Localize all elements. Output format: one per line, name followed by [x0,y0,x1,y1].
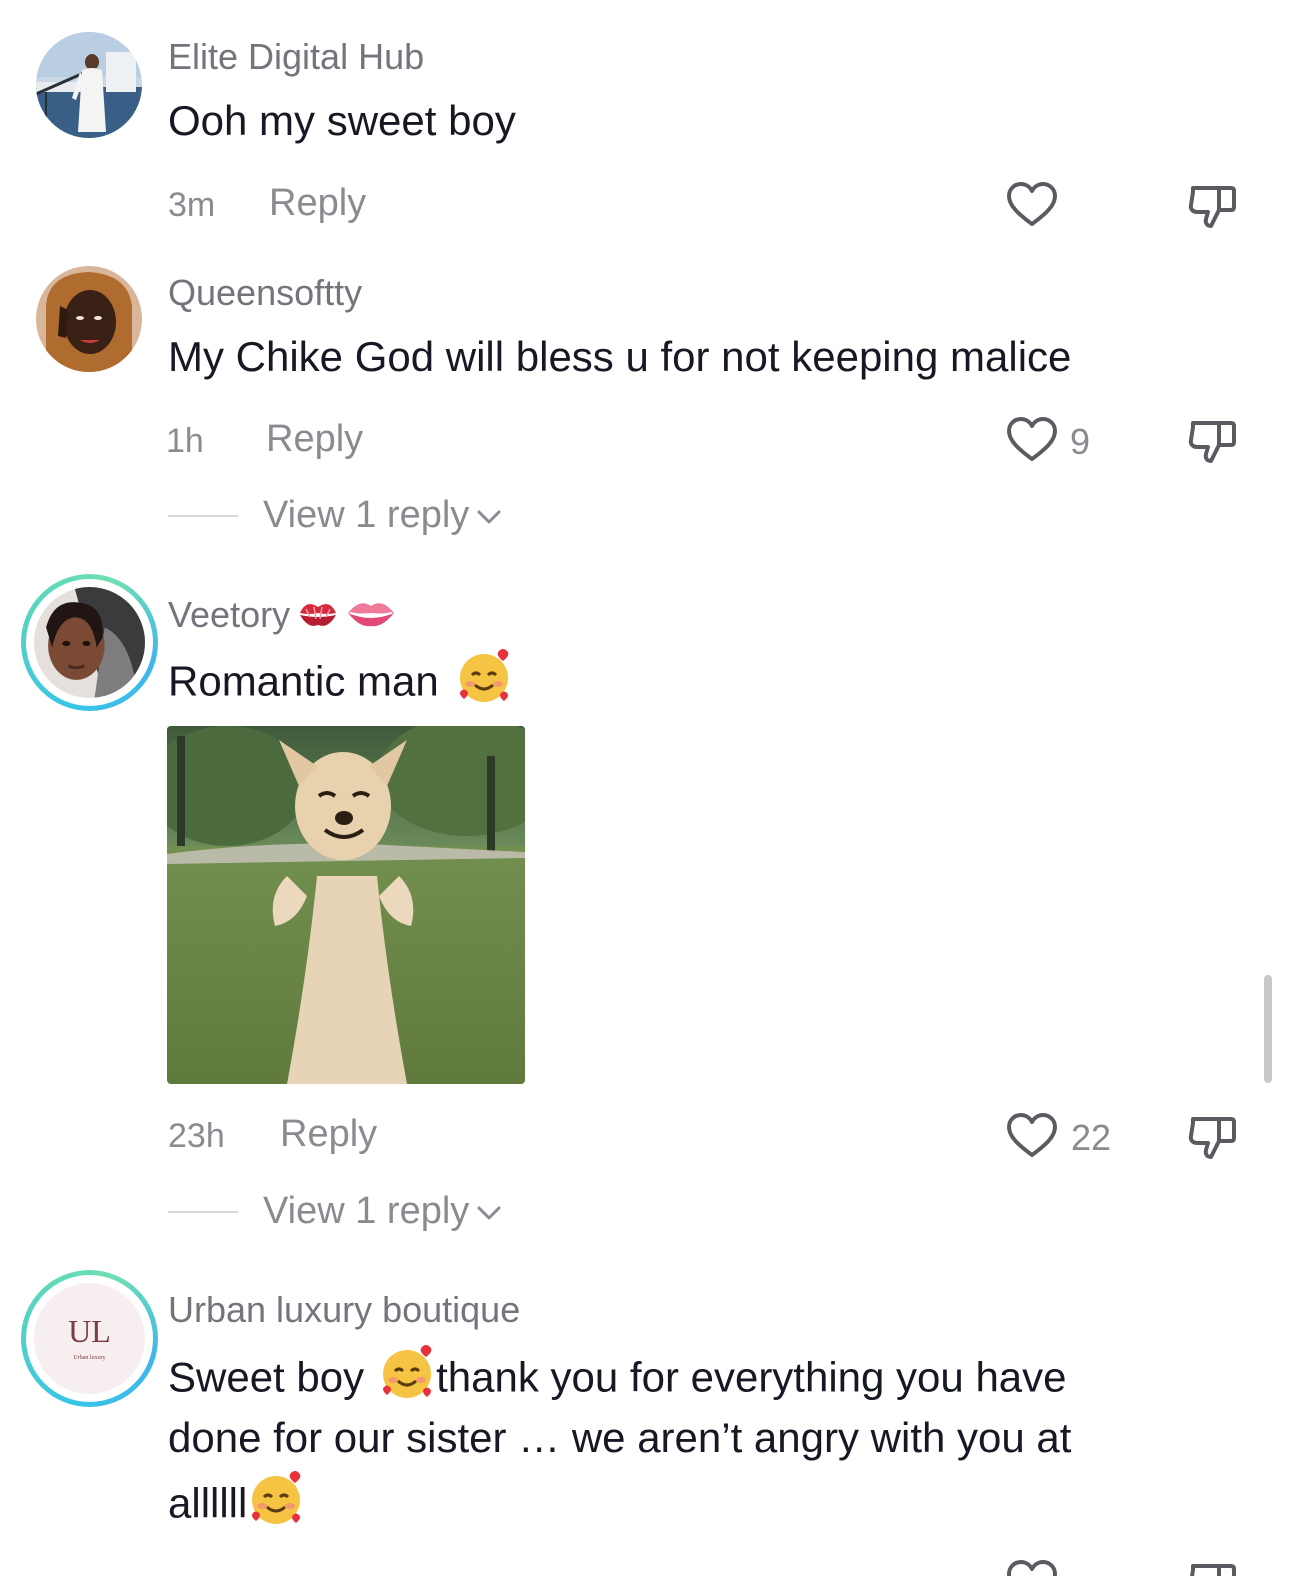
avatar[interactable] [34,587,145,698]
comment-time: 3m [168,186,216,224]
divider [168,1211,238,1213]
avatar[interactable] [36,266,142,372]
view-replies-button[interactable]: View 1 reply [263,1190,503,1233]
story-ring[interactable] [21,574,158,711]
heart-outline-icon[interactable] [1005,1556,1059,1576]
smiling-chihuahua-sticker[interactable] [167,726,525,1084]
username[interactable]: Elite Digital Hub [168,36,424,78]
smiling-face-with-hearts-emoji [455,647,513,722]
brand-logo-subtitle: Urban luxury [73,1355,106,1361]
comment-text-line: done for our sister … we aren’t angry wi… [168,1414,1072,1461]
lips-emoji [346,596,396,639]
chevron-down-icon [477,1206,501,1220]
view-replies-label: View 1 reply [263,494,470,536]
smiling-face-with-hearts-emoji [247,1469,305,1544]
reply-button[interactable]: Reply [280,1113,377,1156]
brand-logo: UL [68,1313,111,1349]
comment-text-line: allllll [168,1469,305,1544]
comment-text: Romantic man [168,647,513,722]
divider [168,515,238,517]
thumbs-down-icon[interactable] [1185,413,1239,467]
view-replies-label: View 1 reply [263,1190,470,1232]
like-count: 9 [1070,421,1091,462]
username[interactable]: Queensoftty [168,272,362,314]
thumbs-down-icon[interactable] [1185,1556,1239,1576]
reply-button[interactable]: Reply [266,418,363,461]
reply-button[interactable]: Reply [269,182,366,225]
thumbs-down-icon[interactable] [1185,1109,1239,1163]
avatar[interactable]: UL Urban luxury [34,1283,145,1394]
username[interactable]: Veetory [168,593,396,642]
kiss-mark-emoji [296,593,340,642]
comment-time: 23h [168,1117,225,1155]
heart-outline-icon[interactable] [1005,178,1059,232]
comment-text: My Chike God will bless u for not keepin… [168,333,1072,380]
like-count: 22 [1071,1117,1112,1158]
heart-outline-icon[interactable] [1005,1109,1059,1163]
scrollbar[interactable] [1264,975,1272,1083]
comment-text: Ooh my sweet boy [168,97,516,144]
avatar[interactable] [36,32,142,138]
comments-screen: Elite Digital Hub Ooh my sweet boy 3m Re… [0,0,1290,1576]
view-replies-button[interactable]: View 1 reply [263,494,503,537]
chevron-down-icon [477,510,501,524]
username[interactable]: Urban luxury boutique [168,1289,520,1331]
thumbs-down-icon[interactable] [1185,178,1239,232]
comment-time: 1h [166,422,204,460]
story-ring[interactable]: UL Urban luxury [21,1270,158,1407]
heart-outline-icon[interactable] [1005,413,1059,467]
